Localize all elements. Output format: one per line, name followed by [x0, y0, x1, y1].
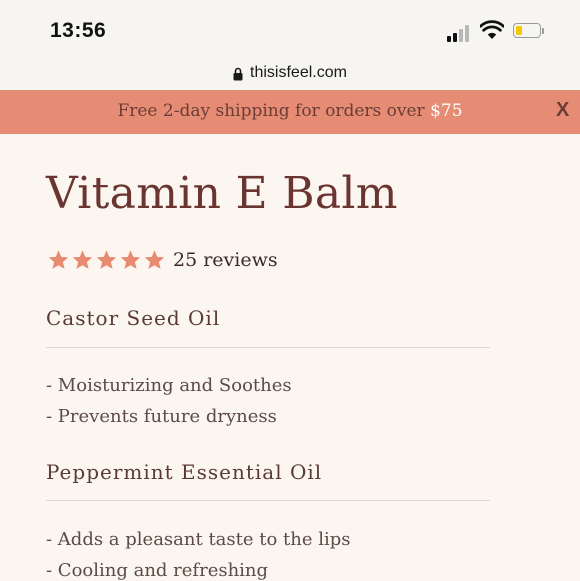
star-icon [72, 250, 93, 269]
wifi-icon [480, 20, 504, 39]
status-bar: 13:56 [0, 0, 580, 56]
reviews-link[interactable]: 25 reviews [173, 249, 278, 271]
star-icon [144, 250, 165, 269]
benefit-item: - Cooling and refreshing [46, 560, 269, 581]
star-icon [48, 250, 69, 269]
star-icon [96, 250, 117, 269]
promo-text: Free 2-day shipping for orders over [117, 101, 431, 121]
benefit-item: - Adds a pleasant taste to the lips [46, 529, 351, 550]
star-icon [120, 250, 141, 269]
benefit-item: - Prevents future dryness [46, 406, 277, 427]
signal-icon [447, 24, 473, 42]
promo-message: Free 2-day shipping for orders over $75 [0, 101, 580, 121]
status-time: 13:56 [50, 19, 107, 42]
divider [46, 347, 490, 348]
lock-icon [233, 67, 243, 80]
benefit-item: - Moisturizing and Soothes [46, 375, 292, 396]
address-bar[interactable]: thisisfeel.com [0, 56, 580, 90]
battery-icon [513, 23, 544, 40]
url-text: thisisfeel.com [250, 64, 347, 81]
product-title: Vitamin E Balm [46, 168, 398, 219]
ingredient-heading: Castor Seed Oil [46, 306, 221, 330]
divider [46, 500, 490, 501]
promo-banner: Free 2-day shipping for orders over $75 … [0, 90, 580, 134]
ingredient-heading: Peppermint Essential Oil [46, 460, 323, 484]
rating[interactable]: 25 reviews [47, 249, 278, 271]
close-banner-button[interactable]: X [556, 99, 569, 122]
promo-amount: $75 [430, 101, 463, 121]
star-rating [47, 249, 167, 271]
